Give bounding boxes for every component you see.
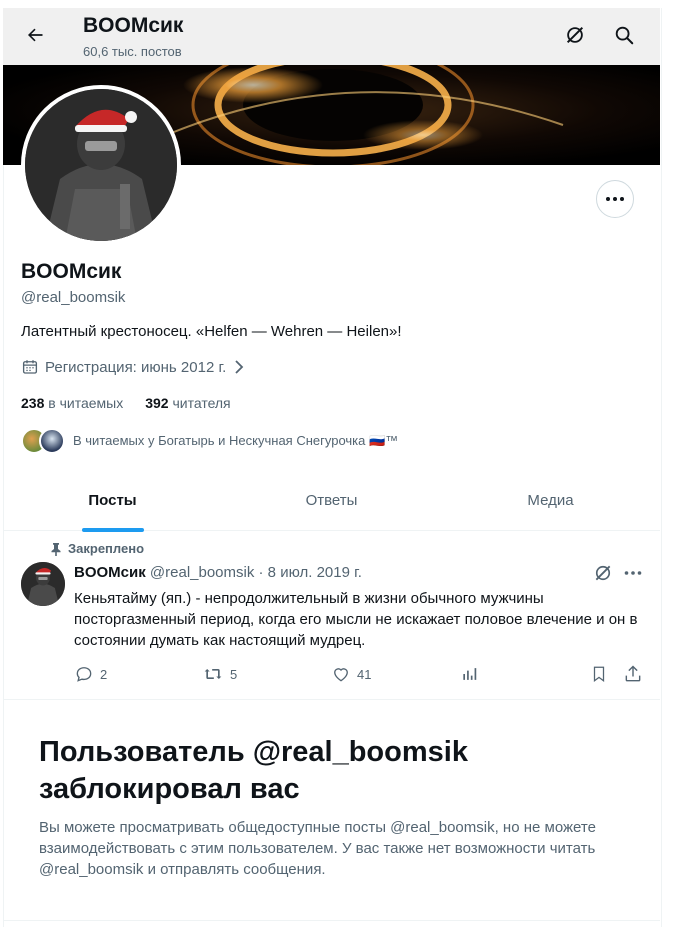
joined-date[interactable]: Регистрация: июнь 2012 г. [21,358,246,376]
more-dots-icon [624,571,642,575]
top-bar: BOOMсик 60,6 тыс. постов [3,8,660,65]
post-author-handle[interactable]: @real_boomsik [150,564,254,581]
repost-icon [204,669,222,679]
profile-name: BOOMсик [21,260,122,283]
like-button[interactable]: 41 [331,664,371,684]
grok-button[interactable] [560,20,590,50]
post-author-name[interactable]: BOOMсик [74,564,146,581]
post-more-button[interactable] [624,570,642,576]
follower-avatar [39,428,65,454]
heart-icon [334,668,348,682]
followed-by[interactable]: В читаемых у Богатырь и Нескучная Снегур… [21,428,398,454]
followers-label: читателя [172,395,231,411]
more-dots-icon [606,197,624,201]
profile-bio: Латентный крестоносец. «Helfen — Wehren … [21,323,402,340]
chevron-right-icon [235,360,244,374]
blocked-description: Вы можете просматривать общедоступные по… [39,819,596,878]
views-button[interactable] [460,664,480,684]
pin-icon [51,542,61,556]
post-actions: 2 5 41 [74,664,644,688]
post-date[interactable]: · 8 июл. 2019 г. [259,564,362,581]
tab-label: Ответы [305,491,358,509]
follow-counts: 238 в читаемых 392 читателя [21,395,231,411]
share-button[interactable] [623,664,643,684]
back-button[interactable] [17,17,53,53]
pinned-label: Закреплено [68,541,145,556]
post-text: Кеньятайму (яп.) - непродолжительный в ж… [74,590,638,649]
header-title: BOOMсик [83,14,184,37]
reply-button[interactable]: 2 [74,664,107,684]
reply-icon [76,667,92,682]
grok-icon [595,565,611,581]
repost-button[interactable]: 5 [202,664,237,684]
bookmark-icon [593,666,605,683]
following-label: в читаемых [48,395,124,411]
divider [3,699,660,700]
calendar-icon [22,360,38,374]
tab-label: Посты [88,491,137,509]
post-author-avatar[interactable] [21,562,65,606]
followed-by-text: В читаемых у Богатырь и Нескучная Снегур… [73,433,399,448]
profile-avatar[interactable] [21,85,181,245]
blocked-title: Пользователь @real_boomsik заблокировал … [39,736,468,805]
search-icon [615,26,634,45]
pinned-indicator: Закреплено [50,541,144,556]
avatar-image [25,89,177,241]
following-count: 238 [21,395,45,411]
profile-tabs: Посты Ответы Медиа [3,470,660,532]
post-grok-button[interactable] [593,563,613,583]
share-icon [625,665,641,682]
arrow-left-icon [28,28,43,42]
tab-media[interactable]: Медиа [441,470,660,530]
like-count: 41 [357,666,372,682]
repost-count: 5 [230,666,238,682]
tab-replies[interactable]: Ответы [222,470,441,530]
divider [3,920,660,921]
followers-count: 392 [145,395,169,411]
analytics-icon [463,668,477,680]
following-link[interactable]: 238 в читаемых [21,395,123,411]
active-tab-indicator [81,528,144,532]
tab-label: Медиа [527,491,574,509]
search-button[interactable] [609,20,639,50]
header-post-count: 60,6 тыс. постов [83,44,182,59]
reply-count: 2 [100,666,108,682]
grok-icon [566,26,584,44]
tab-posts[interactable]: Посты [3,470,222,532]
profile-handle: @real_boomsik [21,289,126,306]
more-options-button[interactable] [596,180,634,218]
followers-link[interactable]: 392 читателя [145,395,230,411]
post-header: BOOMсик @real_boomsik · 8 июл. 2019 г. [74,564,362,581]
avatar-image [21,562,65,606]
bookmark-button[interactable] [590,664,608,684]
joined-text: Регистрация: июнь 2012 г. [45,358,227,376]
